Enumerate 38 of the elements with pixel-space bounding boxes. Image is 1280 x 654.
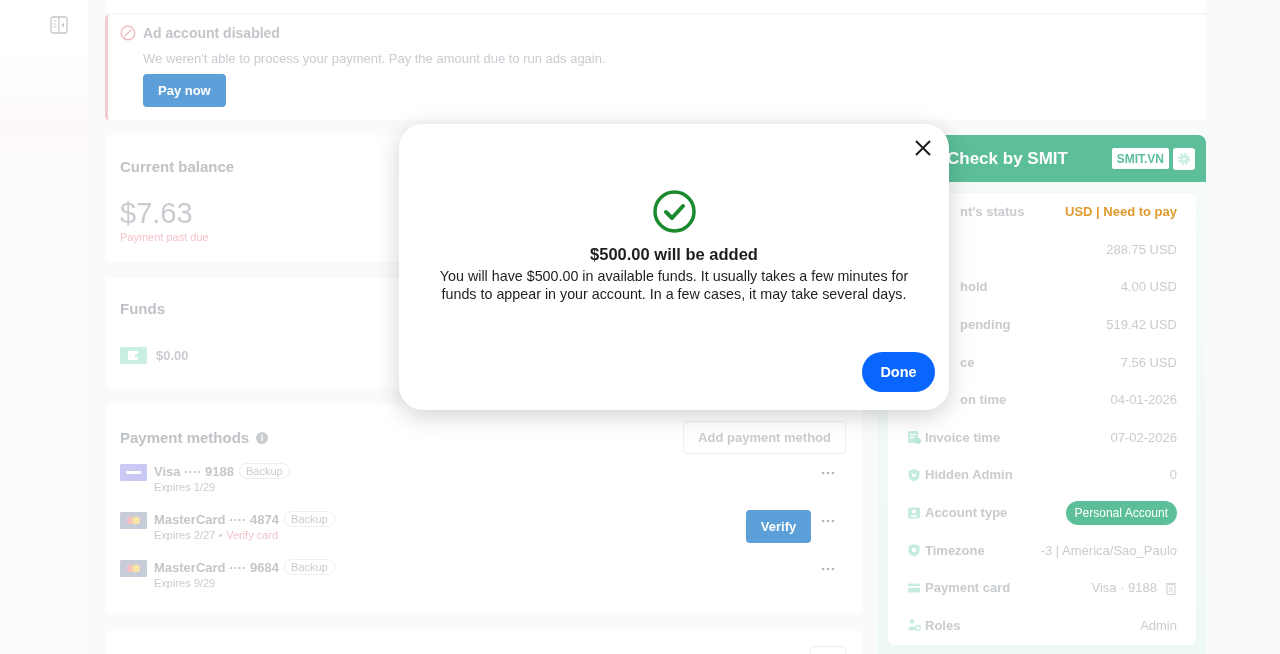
id-card-icon	[907, 505, 921, 520]
settings-icon	[1177, 151, 1191, 166]
info-icon	[256, 431, 269, 444]
card-brand-icon	[120, 463, 147, 481]
card-title: Payment methods	[120, 429, 250, 446]
wallet-icon	[120, 347, 147, 364]
card-title: Current balance	[120, 158, 235, 175]
card-brand-icon	[120, 511, 147, 529]
smit-link-button[interactable]: SMIT.VN	[1111, 148, 1169, 169]
verify-card-link[interactable]: Verify card	[226, 529, 279, 541]
trash-icon	[1165, 580, 1177, 595]
more-icon[interactable]	[821, 471, 835, 475]
close-icon	[914, 139, 932, 157]
verify-button[interactable]: Verify	[746, 509, 811, 543]
shield-icon	[907, 467, 921, 482]
card-name: MasterCard ···· 4874	[154, 511, 279, 527]
alert-title: Ad account disabled	[143, 25, 280, 41]
check-circle-icon	[652, 190, 696, 233]
done-button[interactable]: Done	[862, 352, 935, 392]
people-icon	[907, 618, 921, 633]
panel-title: Check by SMIT	[947, 148, 1068, 169]
card-name: Visa ···· 9188	[154, 463, 234, 479]
card-name: MasterCard ···· 9684	[154, 559, 279, 575]
dialog-title: $500.00 will be added	[590, 245, 758, 264]
invoice-icon	[907, 430, 921, 445]
more-icon[interactable]	[821, 567, 835, 571]
blocked-icon	[120, 25, 136, 41]
panel-toggle-icon	[50, 16, 68, 34]
account-type-badge: Personal Account	[1065, 500, 1177, 525]
dialog-message: You will have $500.00 in available funds. It usually takes a few minutes for funds to appear in your account. In a few cases, it may take several days.	[438, 267, 910, 303]
pay-now-button[interactable]: Pay now	[143, 74, 226, 107]
shield-icon	[907, 543, 921, 558]
more-icon[interactable]	[821, 519, 835, 523]
settings-button[interactable]	[1173, 147, 1195, 170]
past-due-note: Payment past due	[120, 231, 209, 243]
card-title: Funds	[120, 300, 166, 317]
status-value: USD | Need to pay	[1065, 204, 1177, 220]
card-brand-icon	[120, 559, 147, 577]
